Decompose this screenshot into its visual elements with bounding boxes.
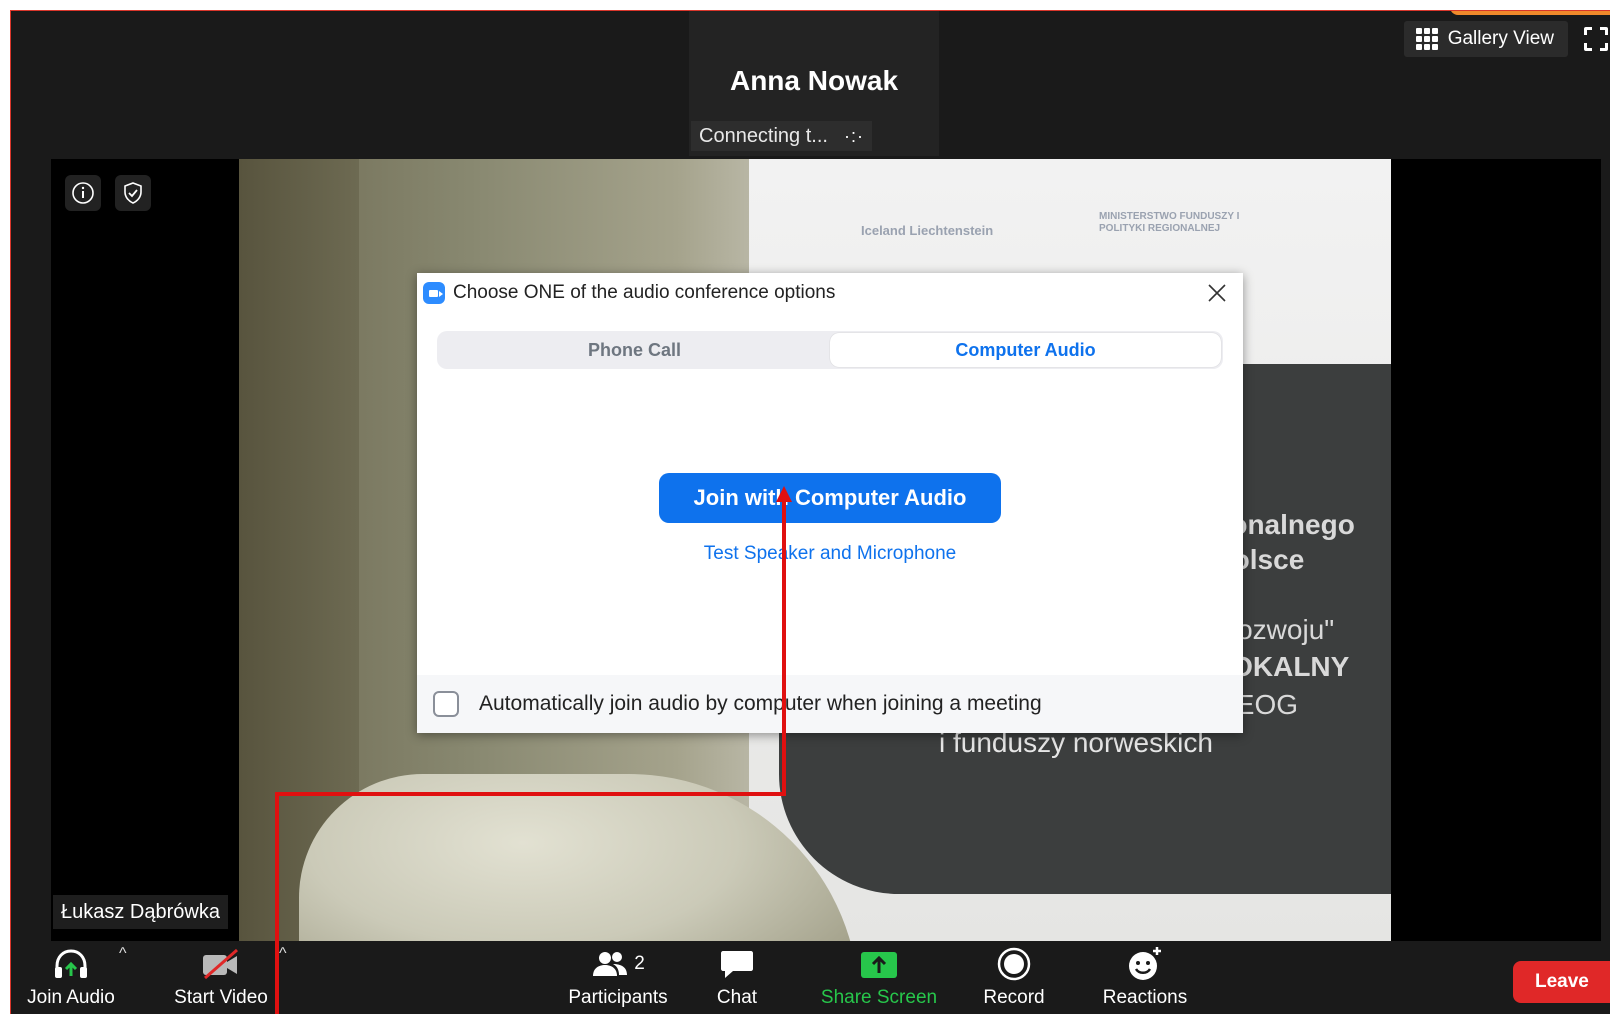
record-label: Record — [983, 987, 1045, 1008]
audio-option-tabs: Phone Call Computer Audio — [437, 331, 1223, 369]
loading-dots-icon: ·:· — [843, 125, 864, 146]
test-speaker-microphone-link-text[interactable]: Test Speaker and Microphone — [704, 543, 956, 564]
banner-logo-left: Iceland Liechtenstein — [861, 223, 994, 238]
join-audio-button[interactable]: Join Audio — [23, 941, 119, 1014]
auto-join-label: Automatically join audio by computer whe… — [479, 692, 1042, 715]
shield-check-icon[interactable] — [115, 175, 151, 211]
chat-bubble-icon — [719, 941, 755, 987]
share-screen-icon — [859, 941, 899, 987]
join-audio-label: Join Audio — [27, 987, 115, 1008]
tab-phone-call[interactable]: Phone Call — [439, 333, 830, 367]
grid-icon — [1415, 28, 1438, 50]
gallery-view-label: Gallery View — [1447, 28, 1554, 49]
record-icon — [996, 941, 1032, 987]
reactions-label: Reactions — [1102, 987, 1188, 1008]
dialog-titlebar: Choose ONE of the audio conference optio… — [417, 273, 1243, 313]
dialog-footer: Automatically join audio by computer whe… — [417, 675, 1243, 733]
test-speaker-microphone-link: Test Speaker and Microphone — [417, 543, 1243, 565]
audio-options-dialog: Choose ONE of the audio conference optio… — [417, 273, 1243, 733]
participants-icon — [593, 952, 628, 976]
share-screen-button[interactable]: Share Screen — [819, 941, 939, 1014]
auto-join-checkbox[interactable] — [433, 691, 459, 717]
connecting-status: Connecting t... ·:· — [691, 121, 872, 151]
fullscreen-icon[interactable] — [1583, 26, 1609, 52]
connecting-status-text: Connecting t... — [699, 124, 828, 147]
speaker-name: Anna Nowak — [729, 65, 899, 96]
participants-button[interactable]: 2 Participants — [561, 941, 675, 1014]
start-video-button[interactable]: Start Video — [169, 941, 273, 1014]
tab-computer-audio[interactable]: Computer Audio — [830, 333, 1221, 367]
active-speaker-tile: Anna Nowak Connecting t... ·:· — [689, 11, 939, 156]
orange-tab-decoration — [1450, 11, 1610, 15]
join-computer-audio-button[interactable]: Join with Computer Audio — [659, 473, 1001, 523]
participant-name-label: Łukasz Dąbrówka — [53, 895, 228, 929]
chat-button[interactable]: Chat — [709, 941, 765, 1014]
dialog-title: Choose ONE of the audio conference optio… — [453, 282, 836, 303]
share-screen-label: Share Screen — [820, 987, 938, 1008]
record-button[interactable]: Record — [979, 941, 1049, 1014]
audio-options-chevron-up-icon[interactable]: ^ — [119, 945, 127, 963]
video-off-icon — [199, 941, 243, 987]
participants-count: 2 — [634, 953, 645, 974]
chat-label: Chat — [716, 987, 758, 1008]
video-options-chevron-up-icon[interactable]: ^ — [279, 945, 287, 963]
headphones-icon — [51, 941, 91, 987]
gallery-view-button[interactable]: Gallery View — [1403, 21, 1568, 57]
leave-button[interactable]: Leave — [1513, 961, 1610, 1003]
banner-logo-right: MINISTERSTWO FUNDUSZY I POLITYKI REGIONA… — [1099, 211, 1240, 234]
info-icon[interactable] — [65, 175, 101, 211]
emoji-add-icon — [1126, 941, 1164, 987]
meeting-toolbar: Join Audio ^ Start Video ^ 2 Participant… — [11, 941, 1610, 1014]
zoom-logo-icon — [423, 282, 445, 304]
close-icon[interactable] — [1205, 281, 1229, 305]
reactions-button[interactable]: Reactions — [1097, 941, 1193, 1014]
zoom-meeting-window: Anna Nowak Connecting t... ·:· Gallery V… — [10, 10, 1610, 1014]
start-video-label: Start Video — [174, 987, 268, 1008]
participants-label: Participants — [568, 987, 668, 1008]
